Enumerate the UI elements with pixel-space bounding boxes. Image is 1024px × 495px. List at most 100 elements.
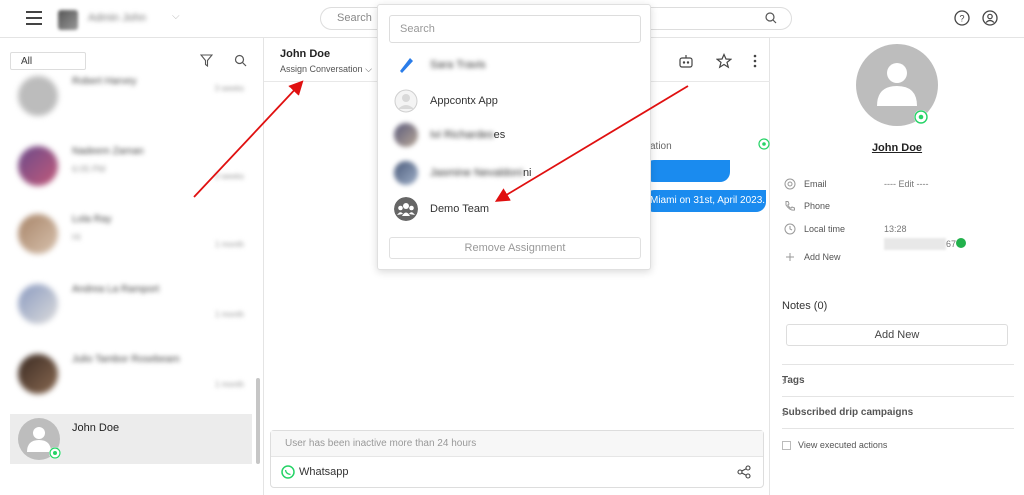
clock-icon — [784, 223, 796, 235]
inactive-notice: User has been inactive more than 24 hour… — [271, 431, 763, 457]
chat-contact-name: John Doe — [280, 48, 331, 60]
avatar — [18, 214, 58, 254]
conversation-name: Andrea La Ramport — [72, 284, 160, 295]
assignee-option[interactable]: Ivi Richardeses — [394, 123, 634, 151]
assignee-option[interactable]: Sara Travis — [394, 53, 634, 81]
whatsapp-icon — [49, 447, 61, 459]
assignee-label-prefix: Ivi Richardes — [430, 129, 494, 141]
at-sign-icon — [784, 178, 796, 190]
assignee-option[interactable]: Jasmine Nevaldonini — [394, 161, 634, 189]
drip-campaigns-section[interactable]: Subscribed drip campaigns › — [782, 396, 1014, 428]
conversation-item[interactable]: Julio Tambor Rosebeam 1 month — [10, 344, 252, 408]
conversation-name: Lola Ray — [72, 214, 112, 225]
user-profile-icon[interactable] — [982, 10, 998, 26]
email-edit-link[interactable]: ---- Edit ---- — [884, 179, 929, 189]
add-field-row[interactable]: Add New — [784, 251, 1014, 265]
avatar — [394, 89, 418, 113]
phone-value-tail: 67 — [946, 239, 957, 249]
assignee-option[interactable]: Appcontx App — [394, 89, 634, 117]
phone-value-redacted — [884, 238, 946, 250]
notes-title: Notes (0) — [782, 300, 828, 312]
local-time-value: 13:28 — [884, 224, 907, 234]
bot-icon[interactable] — [678, 53, 694, 69]
search-icon[interactable] — [765, 12, 777, 24]
assignee-label: Appcontx App — [430, 95, 498, 107]
remove-assignment-button[interactable]: Remove Assignment — [389, 237, 641, 259]
conversation-item[interactable]: Nadeem Zaman 6:05 PM 3 weeks — [10, 136, 252, 200]
search-placeholder: Search — [337, 12, 372, 24]
phone-row: Phone — [784, 200, 1014, 214]
account-name[interactable]: Admin John — [88, 12, 146, 24]
dropdown-search-input[interactable] — [390, 16, 640, 42]
message-text: Miami on 31st, April 2023. — [650, 195, 766, 206]
phone-icon — [785, 201, 795, 211]
svg-text:?: ? — [959, 14, 964, 24]
whatsapp-icon — [758, 138, 770, 150]
assignee-label: Ivi Richardeses — [430, 129, 505, 141]
avatar — [394, 161, 418, 185]
conversation-item-active[interactable]: John Doe — [10, 414, 252, 464]
whatsapp-icon — [281, 465, 295, 479]
message-bubble: Miami on 31st, April 2023. — [644, 190, 766, 212]
chevron-down-icon[interactable]: ⌵ — [172, 11, 180, 22]
hamburger-menu-icon[interactable] — [26, 11, 42, 25]
add-field-label: Add New — [804, 252, 841, 262]
assign-dropdown-menu: Sara Travis Appcontx App Ivi Richardeses… — [377, 4, 651, 270]
view-executed-actions-label: View executed actions — [798, 440, 888, 450]
star-icon[interactable] — [716, 53, 732, 69]
assignee-label-suffix: es — [493, 129, 506, 141]
email-row: Email ---- Edit ---- — [784, 178, 1014, 192]
conversation-item[interactable]: Lola Ray Hi 1 month — [10, 204, 252, 268]
account-avatar[interactable] — [58, 10, 78, 30]
plus-icon — [786, 253, 794, 261]
dropdown-search-field[interactable] — [389, 15, 641, 43]
chevron-right-icon: › — [782, 374, 786, 388]
remove-assignment-label: Remove Assignment — [464, 242, 566, 254]
help-icon[interactable]: ? — [954, 10, 970, 26]
conversation-meta: 1 month — [215, 240, 244, 249]
pen-avatar-icon — [400, 58, 413, 73]
avatar — [18, 146, 58, 186]
scrollbar[interactable] — [256, 378, 260, 464]
add-note-button[interactable]: Add New — [786, 324, 1008, 346]
divider — [782, 428, 1014, 429]
conversation-meta: 1 month — [215, 310, 244, 319]
email-label: Email — [804, 179, 827, 189]
assignee-option-demo-team[interactable]: Demo Team — [394, 197, 634, 225]
conversation-name: John Doe — [72, 422, 120, 434]
avatar — [18, 284, 58, 324]
assignee-label-suffix: ni — [522, 167, 532, 179]
more-options-icon[interactable] — [752, 53, 758, 69]
chevron-down-icon: ⌵ — [21, 55, 28, 65]
contact-name[interactable]: John Doe — [770, 142, 1024, 154]
assign-conversation-dropdown[interactable]: Assign Conversation ⌵ — [280, 64, 372, 75]
verified-check-icon — [956, 238, 966, 248]
checkbox-box[interactable] — [782, 441, 791, 450]
conversation-list-panel: All ⌵ Robert Harvey 3 weeks Nadeem Zaman… — [0, 38, 264, 495]
team-icon — [394, 197, 418, 221]
message-bubble — [644, 160, 730, 182]
conversation-name: Julio Tambor Rosebeam — [72, 354, 180, 365]
inactive-notice-text: User has been inactive more than 24 hour… — [285, 438, 477, 449]
message-composer: User has been inactive more than 24 hour… — [270, 430, 764, 488]
conversation-meta: 3 weeks — [214, 172, 244, 181]
conversation-name: Nadeem Zaman — [72, 146, 144, 157]
phone-label: Phone — [804, 201, 831, 211]
local-time-label: Local time — [804, 224, 846, 234]
whatsapp-icon — [914, 110, 928, 124]
chevron-right-icon: › — [782, 406, 786, 420]
conversation-item[interactable]: Andrea La Ramport 1 month — [10, 274, 252, 338]
channel-selector[interactable]: Whatsapp — [299, 466, 349, 478]
assignee-label: Jasmine Nevaldonini — [430, 167, 532, 179]
share-icon[interactable] — [737, 465, 751, 479]
conversation-meta: 3 weeks — [214, 84, 244, 93]
tags-section[interactable]: Tags › — [782, 364, 1014, 396]
chevron-down-icon: ⌵ — [365, 64, 372, 74]
assignee-label: Sara Travis — [430, 59, 486, 71]
conversation-item[interactable]: Robert Harvey 3 weeks — [10, 66, 252, 130]
avatar — [18, 76, 58, 116]
conversation-meta: 1 month — [215, 380, 244, 389]
assignee-label-prefix: Jasmine Nevaldoni — [430, 167, 523, 179]
local-time-row: Local time 13:28 — [784, 223, 1014, 237]
conversation-name: Robert Harvey — [72, 76, 137, 87]
